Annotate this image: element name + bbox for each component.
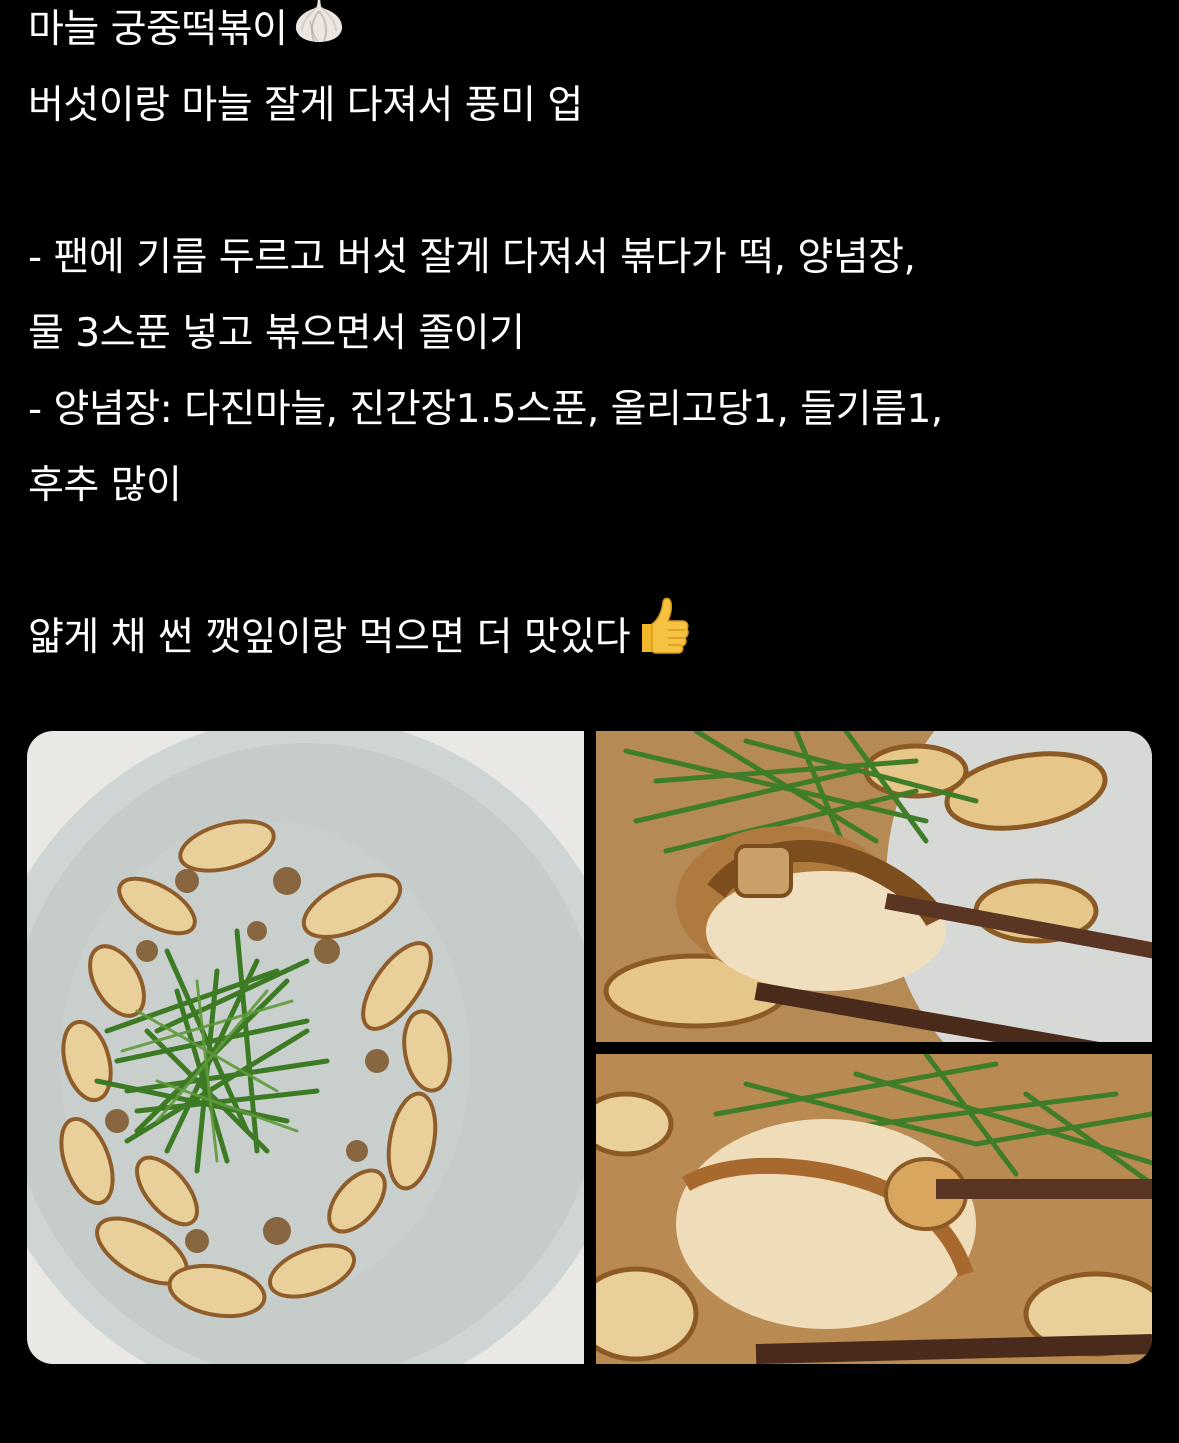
post-text-line: 버섯이랑 마늘 잘게 다져서 풍미 업 [28,83,583,128]
media-grid[interactable] [27,731,1152,1364]
photo-chopsticks-closeup-2[interactable] [596,1054,1152,1364]
post-text-line: 물 3스푼 넣고 볶으면서 졸이기 [28,311,525,356]
post-text-line: - 팬에 기름 두르고 버섯 잘게 다져서 볶다가 떡, 양념장, [28,235,916,280]
post-text-line: 후추 많이 [28,463,182,508]
post-title: 마늘 궁중떡볶이 [28,7,288,52]
thumbs-up-icon [632,594,690,682]
photo-chopsticks-closeup[interactable] [596,731,1152,1042]
post-text-line: - 양념장: 다진마늘, 진간장1.5스푼, 올리고당1, 들기름1, [28,387,943,432]
post-closing-text: 얇게 채 썬 깻잎이랑 먹으면 더 맛있다 [28,615,631,660]
post-title-line: 마늘 궁중떡볶이 [28,0,1158,68]
post-closing-line: 얇게 채 썬 깻잎이랑 먹으면 더 맛있다 [28,597,1158,676]
post-text: 마늘 궁중떡볶이 버섯이랑 마늘 잘게 다져서 풍미 업 - 팬에 기름 두르고… [28,0,1158,676]
garlic-icon [290,0,348,69]
photo-plate-overhead[interactable] [27,731,584,1364]
